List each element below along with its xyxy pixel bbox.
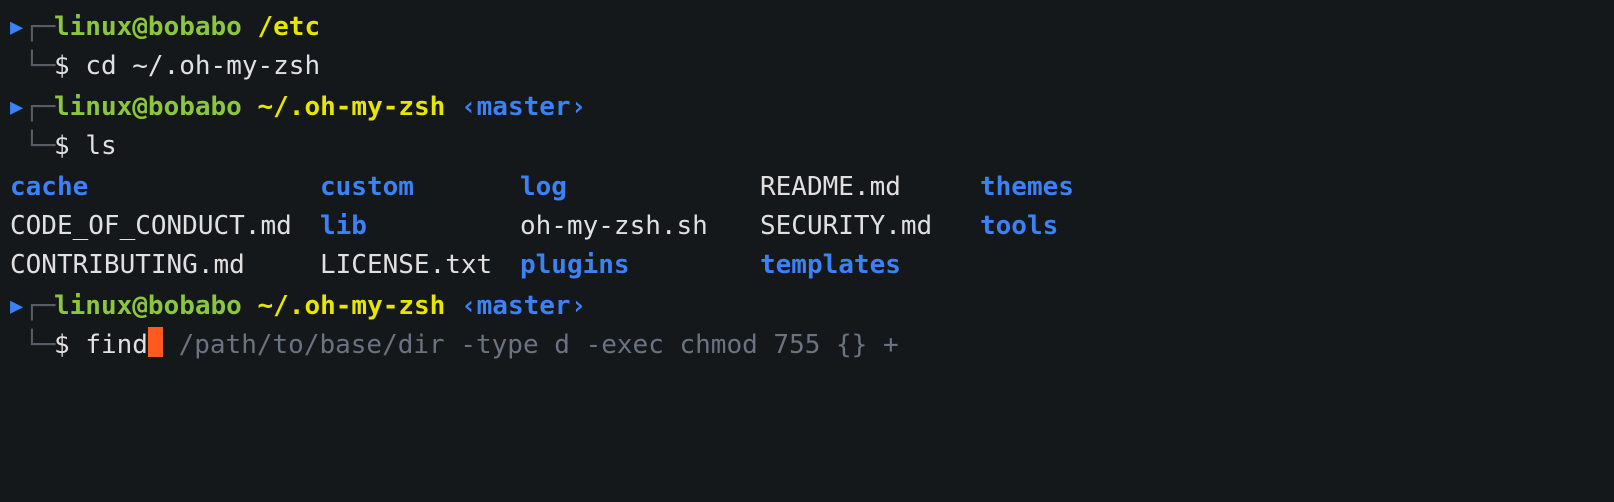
typed-command: find — [85, 330, 148, 360]
prompt-symbol: $ — [54, 330, 70, 360]
ls-item: SECURITY.md — [760, 207, 980, 246]
prompt-symbol: $ — [54, 131, 70, 161]
arrow-icon: ▶ — [10, 287, 23, 326]
command-line[interactable]: $ cd ~/.oh-my-zsh — [10, 47, 1604, 86]
box-corner-top: ┌─ — [24, 88, 55, 127]
arrow-icon: ▶ — [10, 88, 23, 127]
current-path: ~/.oh-my-zsh — [258, 291, 446, 321]
prompt-info-line: linux@bobabo ~/.oh-my-zsh ‹master› — [10, 287, 1604, 326]
prompt-block-1: ▶ ┌─ └─ linux@bobabo /etc $ cd ~/.oh-my-… — [10, 8, 1604, 86]
box-corner-bottom: └─ — [24, 127, 55, 166]
box-corner-top: ┌─ — [24, 8, 55, 47]
command-text: ls — [85, 131, 116, 161]
prompt-info-line: linux@bobabo ~/.oh-my-zsh ‹master› — [10, 88, 1604, 127]
current-path: /etc — [258, 12, 321, 42]
user-host: linux@bobabo — [54, 291, 242, 321]
prompt-block-current: ▶ ┌─ └─ linux@bobabo ~/.oh-my-zsh ‹maste… — [10, 287, 1604, 365]
prompt-symbol: $ — [54, 51, 70, 81]
ls-item: CODE_OF_CONDUCT.md — [10, 207, 320, 246]
ls-item: lib — [320, 207, 520, 246]
git-branch: ‹master› — [461, 291, 586, 321]
cursor-icon — [148, 327, 163, 357]
ls-item: tools — [980, 207, 1604, 246]
prompt-info-line: linux@bobabo /etc — [10, 8, 1604, 47]
ls-item: CONTRIBUTING.md — [10, 246, 320, 285]
git-branch: ‹master› — [461, 92, 586, 122]
user-host: linux@bobabo — [54, 12, 242, 42]
ls-item: cache — [10, 168, 320, 207]
ls-output: cache custom log README.md themes CODE_O… — [10, 168, 1604, 285]
prompt-block-2: ▶ ┌─ └─ linux@bobabo ~/.oh-my-zsh ‹maste… — [10, 88, 1604, 166]
box-corner-bottom: └─ — [24, 47, 55, 86]
box-corner-bottom: └─ — [24, 326, 55, 365]
ls-item: themes — [980, 168, 1604, 207]
arrow-icon: ▶ — [10, 8, 23, 47]
ls-item: README.md — [760, 168, 980, 207]
command-text: cd ~/.oh-my-zsh — [85, 51, 320, 81]
ls-item: LICENSE.txt — [320, 246, 520, 285]
ls-item: plugins — [520, 246, 760, 285]
ls-item: templates — [760, 246, 980, 285]
ls-item — [980, 246, 1604, 285]
command-input-line[interactable]: $ find /path/to/base/dir -type d -exec c… — [10, 326, 1604, 365]
ls-item: custom — [320, 168, 520, 207]
box-corner-top: ┌─ — [24, 287, 55, 326]
autosuggestion: /path/to/base/dir -type d -exec chmod 75… — [163, 330, 899, 360]
current-path: ~/.oh-my-zsh — [258, 92, 446, 122]
user-host: linux@bobabo — [54, 92, 242, 122]
ls-item: log — [520, 168, 760, 207]
ls-item: oh-my-zsh.sh — [520, 207, 760, 246]
command-line[interactable]: $ ls — [10, 127, 1604, 166]
